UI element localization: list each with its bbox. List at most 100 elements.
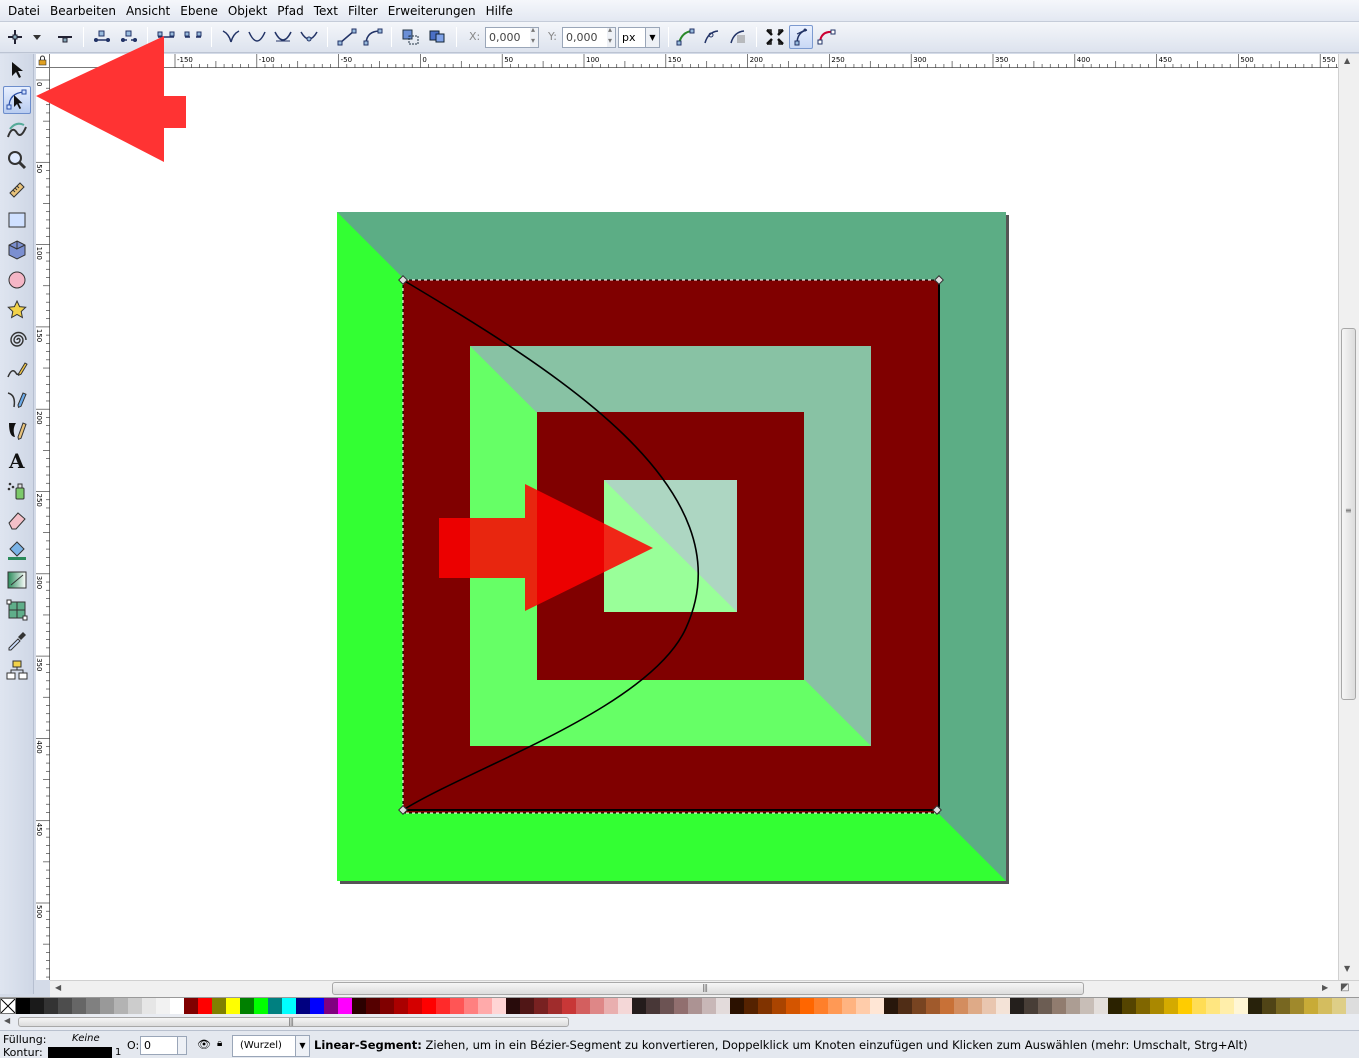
- color-swatch[interactable]: [16, 998, 30, 1014]
- spray-tool[interactable]: [3, 476, 31, 504]
- color-swatch[interactable]: [534, 998, 548, 1014]
- color-swatch[interactable]: [926, 998, 940, 1014]
- spiral-tool[interactable]: [3, 326, 31, 354]
- node-symmetric-button[interactable]: [271, 25, 295, 49]
- color-swatch[interactable]: [1192, 998, 1206, 1014]
- color-swatch[interactable]: [380, 998, 394, 1014]
- color-swatch[interactable]: [562, 998, 576, 1014]
- clip-path-edit-button[interactable]: [700, 25, 724, 49]
- color-swatch[interactable]: [968, 998, 982, 1014]
- color-swatch[interactable]: [422, 998, 436, 1014]
- color-swatch[interactable]: [240, 998, 254, 1014]
- color-swatch[interactable]: [618, 998, 632, 1014]
- layer-select[interactable]: (Wurzel) ▼: [232, 1035, 310, 1057]
- color-swatch[interactable]: [72, 998, 86, 1014]
- color-swatch[interactable]: [884, 998, 898, 1014]
- color-swatch[interactable]: [296, 998, 310, 1014]
- color-swatch[interactable]: [1304, 998, 1318, 1014]
- zoom-correction-icon[interactable]: ◩: [1340, 982, 1349, 993]
- color-swatch[interactable]: [114, 998, 128, 1014]
- star-tool[interactable]: [3, 296, 31, 324]
- color-swatch[interactable]: [590, 998, 604, 1014]
- color-swatch[interactable]: [86, 998, 100, 1014]
- color-swatch[interactable]: [1122, 998, 1136, 1014]
- segment-line-button[interactable]: [335, 25, 359, 49]
- box3d-tool[interactable]: [3, 236, 31, 264]
- drawing-canvas[interactable]: [50, 68, 1338, 980]
- color-swatch[interactable]: [184, 998, 198, 1014]
- calligraphy-tool[interactable]: [3, 416, 31, 444]
- color-swatch[interactable]: [1136, 998, 1150, 1014]
- color-swatch[interactable]: [1178, 998, 1192, 1014]
- node-auto-smooth-button[interactable]: [297, 25, 321, 49]
- x-coordinate-stepper[interactable]: [530, 25, 539, 48]
- node-tool[interactable]: [3, 86, 31, 114]
- color-swatch[interactable]: [506, 998, 520, 1014]
- menu-hilfe[interactable]: Hilfe: [481, 1, 518, 21]
- paint-bucket-tool[interactable]: [3, 536, 31, 564]
- scroll-up-icon[interactable]: ▲: [1344, 56, 1350, 65]
- scroll-right-icon[interactable]: ▶: [1322, 983, 1328, 992]
- color-swatch[interactable]: [786, 998, 800, 1014]
- color-swatch[interactable]: [548, 998, 562, 1014]
- color-swatch[interactable]: [842, 998, 856, 1014]
- color-swatch[interactable]: [996, 998, 1010, 1014]
- color-swatch[interactable]: [30, 998, 44, 1014]
- menu-objekt[interactable]: Objekt: [223, 1, 272, 21]
- color-swatch[interactable]: [310, 998, 324, 1014]
- color-swatch[interactable]: [1024, 998, 1038, 1014]
- color-swatch[interactable]: [758, 998, 772, 1014]
- color-swatch[interactable]: [1164, 998, 1178, 1014]
- color-swatch[interactable]: [1220, 998, 1234, 1014]
- menu-pfad[interactable]: Pfad: [272, 1, 308, 21]
- node-smooth-button[interactable]: [245, 25, 269, 49]
- color-swatch[interactable]: [954, 998, 968, 1014]
- opacity-stepper[interactable]: [177, 1036, 187, 1055]
- color-swatch[interactable]: [352, 998, 366, 1014]
- horizontal-scrollbar[interactable]: ◀ ||| ▶ ◩: [50, 980, 1359, 997]
- color-swatch[interactable]: [688, 998, 702, 1014]
- lock-icon[interactable]: 🔒︎: [217, 1038, 222, 1049]
- menu-filter[interactable]: Filter: [343, 1, 383, 21]
- color-swatch[interactable]: [604, 998, 618, 1014]
- menu-ebene[interactable]: Ebene: [175, 1, 223, 21]
- color-swatch[interactable]: [1094, 998, 1108, 1014]
- color-swatch[interactable]: [268, 998, 282, 1014]
- stroke-width-value[interactable]: 1: [115, 1047, 121, 1058]
- color-swatch[interactable]: [282, 998, 296, 1014]
- color-swatch[interactable]: [828, 998, 842, 1014]
- rect-tool[interactable]: [3, 206, 31, 234]
- gradient-tool[interactable]: [3, 566, 31, 594]
- color-swatch[interactable]: [100, 998, 114, 1014]
- color-swatch[interactable]: [324, 998, 338, 1014]
- show-path-outline-button[interactable]: [815, 25, 839, 49]
- palette-scrollbar[interactable]: ◀ |||: [0, 1014, 1359, 1030]
- next-path-effect-button[interactable]: [674, 25, 698, 49]
- color-swatch[interactable]: [912, 998, 926, 1014]
- fill-value[interactable]: Keine: [72, 1033, 100, 1044]
- color-swatch[interactable]: [478, 998, 492, 1014]
- color-swatch[interactable]: [1066, 998, 1080, 1014]
- scroll-left-icon[interactable]: ◀: [55, 983, 61, 992]
- segment-curve-button[interactable]: [361, 25, 385, 49]
- show-transform-handles-button[interactable]: [763, 25, 787, 49]
- color-swatch[interactable]: [212, 998, 226, 1014]
- color-swatch[interactable]: [744, 998, 758, 1014]
- color-swatch[interactable]: [1150, 998, 1164, 1014]
- palette-scroll-thumb[interactable]: [18, 1017, 569, 1027]
- ellipse-tool[interactable]: [3, 266, 31, 294]
- color-swatch[interactable]: [170, 998, 184, 1014]
- color-swatch[interactable]: [338, 998, 352, 1014]
- color-swatch[interactable]: [1262, 998, 1276, 1014]
- color-swatch[interactable]: [1248, 998, 1262, 1014]
- connector-tool[interactable]: [3, 656, 31, 684]
- color-swatch[interactable]: [142, 998, 156, 1014]
- object-to-path-button[interactable]: [399, 25, 423, 49]
- color-swatch[interactable]: [226, 998, 240, 1014]
- stroke-color-swatch[interactable]: [48, 1047, 112, 1058]
- horizontal-ruler[interactable]: -150 -100 -50 0 50 100 150 200 250 300 350 400 450 50…: [50, 54, 1338, 68]
- color-swatch[interactable]: [674, 998, 688, 1014]
- color-swatch[interactable]: [394, 998, 408, 1014]
- text-tool[interactable]: A: [3, 446, 31, 474]
- color-swatch[interactable]: [156, 998, 170, 1014]
